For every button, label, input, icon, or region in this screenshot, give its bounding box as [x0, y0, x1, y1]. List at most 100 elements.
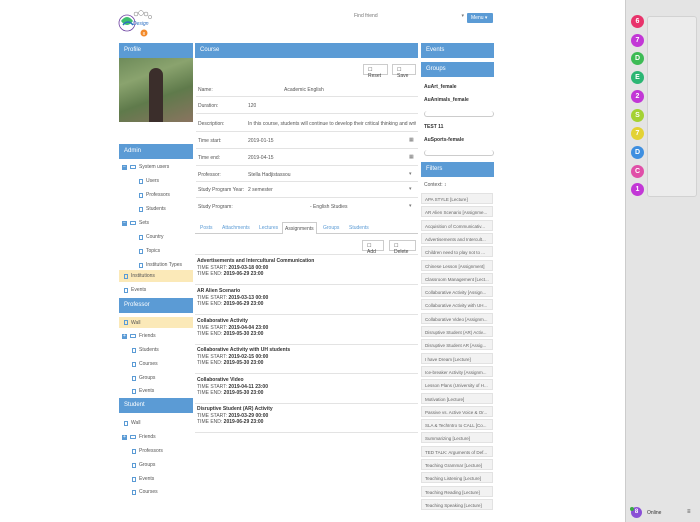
delete-button[interactable]: ☐ Delete	[389, 240, 416, 255]
filter-item[interactable]: Advertisements and Intercult...	[421, 232, 493, 244]
filter-item[interactable]: Teaching Speaking [Lecture]	[421, 498, 493, 510]
tab-students[interactable]: Students	[347, 222, 371, 234]
filter-item[interactable]: Collaborative Activity [Assign...	[421, 286, 493, 298]
tree-institution-types[interactable]: Institution Types	[139, 262, 182, 268]
filter-item[interactable]: I have Dream [Lecture]	[421, 352, 493, 364]
filter-item[interactable]: Ice-breaker Activity [Assignm...	[421, 365, 493, 377]
chat-bubble[interactable]: E	[631, 71, 644, 85]
assignment-item[interactable]: Collaborative Video TIME START: 2019-04-…	[197, 377, 268, 396]
chat-bubble[interactable]: 7	[631, 33, 644, 47]
tab-attachments[interactable]: Attachments	[220, 222, 252, 234]
filter-item[interactable]: Summarizing [Lecture]	[421, 432, 493, 444]
field-name-value[interactable]: Academic English	[284, 87, 324, 93]
expand-icon[interactable]: +	[122, 434, 127, 440]
tab-assignments[interactable]: Assignments	[282, 222, 317, 234]
profile-photo[interactable]	[119, 58, 193, 122]
tree-student-events[interactable]: Events	[132, 476, 154, 482]
filter-item[interactable]: SLA & TechIntro to CALL [Co...	[421, 419, 493, 431]
filter-item[interactable]: Classroom Management [Lect...	[421, 272, 493, 284]
tree-student-groups[interactable]: Groups	[132, 462, 155, 468]
field-program-value[interactable]: - English Studies	[310, 204, 348, 210]
assignment-item[interactable]: Collaborative Activity TIME START: 2019-…	[197, 318, 268, 337]
assignment-item[interactable]: AR Alien Scenario TIME START: 2019-03-13…	[197, 288, 268, 307]
filter-item[interactable]: Teaching Grammar [Lecture]	[421, 459, 493, 470]
tab-posts[interactable]: Posts	[198, 222, 215, 234]
tree-student-professors[interactable]: Professors	[132, 448, 163, 454]
tab-lectures[interactable]: Lectures	[257, 222, 280, 234]
chat-bubble[interactable]: D	[631, 145, 644, 159]
tree-student-friends[interactable]: + Friends	[122, 434, 156, 440]
filter-item[interactable]: Passive vs. Active Voice & Or...	[421, 405, 493, 417]
field-year-value[interactable]: 2 semester	[248, 187, 273, 193]
tree-sets[interactable]: − Sets	[122, 220, 149, 226]
group-item[interactable]: AuAnimals_female	[424, 97, 469, 103]
expand-icon[interactable]: −	[122, 164, 127, 170]
tree-admin-events[interactable]: Events	[124, 287, 146, 293]
filter-item[interactable]: Disruptive Student (AR) Activ...	[421, 326, 493, 337]
field-time-end-value[interactable]: 2019-04-15	[248, 155, 274, 161]
add-button[interactable]: ☐ Add	[362, 240, 384, 255]
tree-student-wall[interactable]: Wall	[124, 420, 141, 426]
assignment-end: TIME END: 2019-06-29 23:00	[197, 271, 314, 277]
filter-item[interactable]: Collaborative Activity with UH...	[421, 299, 493, 311]
filter-item[interactable]: Teaching Listening [Lecture]	[421, 472, 493, 484]
chevron-down-icon[interactable]: ▾	[409, 186, 412, 192]
app-logo[interactable]: Design 8	[118, 10, 160, 38]
expand-icon[interactable]: +	[122, 333, 127, 339]
tree-prof-friends[interactable]: + Friends	[122, 333, 156, 339]
assignment-item[interactable]: Advertisements and Intercultural Communi…	[197, 258, 314, 277]
tree-prof-groups[interactable]: Groups	[132, 375, 155, 381]
tree-prof-courses[interactable]: Courses	[132, 361, 158, 367]
group-item[interactable]: AuArt_female	[424, 84, 457, 90]
chat-bubble[interactable]: 2	[631, 89, 644, 103]
tree-professors[interactable]: Professors	[139, 192, 170, 198]
tree-country[interactable]: Country	[139, 234, 164, 240]
menu-button[interactable]: Menu ▾	[467, 13, 493, 23]
course-tabs: Posts Attachments Lectures Assignments G…	[195, 222, 418, 234]
tab-groups[interactable]: Groups	[321, 222, 341, 234]
filter-item[interactable]: Collaborative Video [Assignm...	[421, 312, 493, 324]
filter-item[interactable]: Motivation [Lecture]	[421, 392, 493, 404]
filter-item[interactable]: Lesson Plans (University of H...	[421, 379, 493, 391]
expand-icon[interactable]: −	[122, 220, 127, 226]
chevron-down-icon[interactable]: ▾	[409, 203, 412, 209]
tree-prof-events[interactable]: Events	[132, 388, 154, 394]
filter-item[interactable]: AR Alien Scenario [Assignme...	[421, 206, 493, 218]
tree-topics[interactable]: Topics	[139, 248, 160, 254]
save-button[interactable]: ☐ Save	[392, 64, 416, 79]
chat-bubble[interactable]: 6	[631, 15, 644, 28]
filter-item[interactable]: TED TALK: Arguments of Def...	[421, 445, 493, 457]
filter-item[interactable]: Children need to play not to ...	[421, 246, 493, 258]
tree-users[interactable]: Users	[139, 178, 159, 184]
tree-prof-students[interactable]: Students	[132, 347, 159, 353]
assignment-item[interactable]: Disruptive Student (AR) Activity TIME ST…	[197, 406, 273, 425]
calendar-icon[interactable]: ▦	[409, 137, 414, 143]
filter-context[interactable]: Context: ↕	[424, 182, 447, 188]
field-professor-value[interactable]: Stella Hadjistassou	[248, 172, 291, 178]
field-duration-value[interactable]: 120	[248, 103, 256, 109]
tree-institutions[interactable]: Institutions	[119, 270, 193, 282]
filter-item[interactable]: APA STYLE [Lecture]	[421, 193, 493, 204]
calendar-icon[interactable]: ▦	[409, 154, 414, 160]
chevron-down-icon[interactable]: ▾	[409, 171, 412, 177]
field-time-start-value[interactable]: 2019-01-15	[248, 138, 274, 144]
reset-button[interactable]: ☐ Reset	[363, 64, 388, 79]
field-description-value[interactable]: In this course, students will continue t…	[248, 121, 416, 127]
filter-item[interactable]: Teaching Reading [Lecture]	[421, 485, 493, 497]
chat-bubble[interactable]: C	[631, 164, 644, 178]
filter-item[interactable]: Acquisition of Communicativ...	[421, 219, 493, 231]
group-item[interactable]: AuSports-female	[424, 137, 464, 143]
filter-item[interactable]: Chinese Lesson [Assignment]	[421, 259, 493, 271]
find-friend-select[interactable]: Find friend ▾	[354, 13, 464, 23]
tree-system-users[interactable]: − System users	[122, 164, 169, 170]
filter-item[interactable]: Disruptive Student AR [Assig...	[421, 339, 493, 351]
online-status[interactable]: 8 Online ≡	[628, 507, 698, 519]
tree-students[interactable]: Students	[139, 206, 166, 212]
chat-bubble[interactable]: S	[631, 108, 644, 122]
sort-icon[interactable]: ↕	[444, 182, 447, 188]
tree-student-courses[interactable]: Courses	[132, 489, 158, 495]
assignment-item[interactable]: Collaborative Activity with UH students …	[197, 347, 290, 366]
hamburger-icon[interactable]: ≡	[687, 509, 691, 515]
group-item[interactable]: TEST 11	[424, 124, 443, 130]
tree-prof-wall[interactable]: Wall	[119, 317, 193, 328]
